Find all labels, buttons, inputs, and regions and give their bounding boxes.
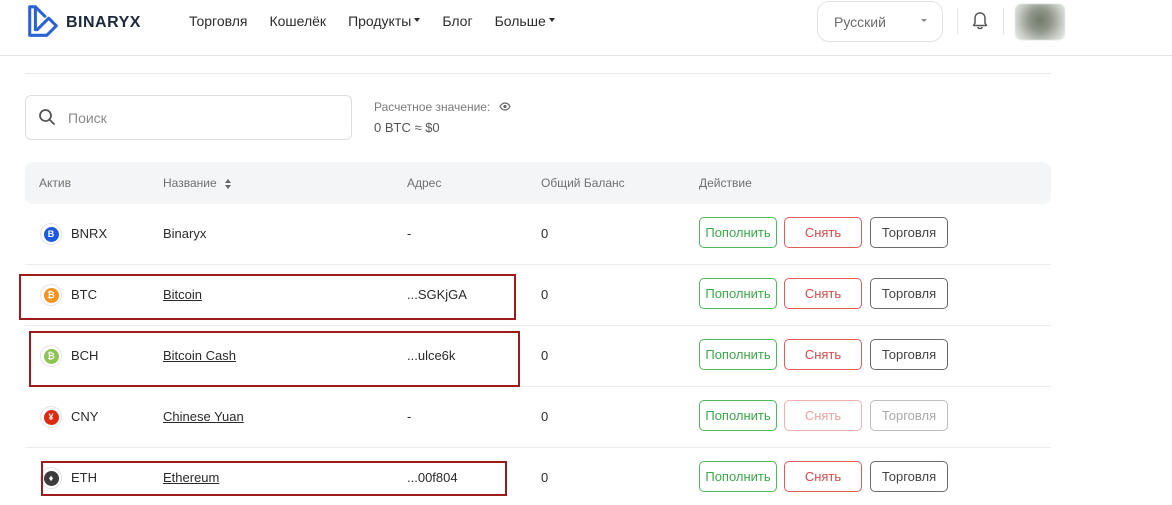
asset-address: ...ulce6k [407, 348, 456, 363]
asset-name-link[interactable]: Bitcoin Cash [163, 348, 236, 363]
cny-coin-icon: ¥ [40, 406, 62, 428]
estimated-value: Расчетное значение: 0 BTC ≈ $0 [374, 100, 511, 135]
table-row: ♦ ETH Ethereum ...00f804 0 Пополнить Снять Торг… [25, 448, 1051, 505]
caret-down-icon [921, 19, 927, 22]
col-balance: Общий Баланс [541, 176, 625, 190]
col-name-label: Название [163, 176, 217, 190]
nav-blog[interactable]: Блог [442, 13, 472, 29]
deposit-button[interactable]: Пополнить [699, 400, 777, 431]
binaryx-logo-icon [28, 5, 58, 37]
trade-button[interactable]: Торговля [870, 217, 948, 248]
caret-down-icon [548, 18, 555, 22]
trade-button[interactable]: Торговля [870, 278, 948, 309]
coin-glyph: B [43, 226, 59, 242]
withdraw-button[interactable]: Снять [784, 278, 862, 309]
logo[interactable]: BINARYX [24, 3, 141, 41]
bch-coin-icon: ₿ [40, 345, 62, 367]
asset-symbol: BTC [71, 287, 97, 302]
asset-symbol: BNRX [71, 226, 108, 241]
asset-symbol: ETH [71, 470, 97, 485]
withdraw-button[interactable]: Снять [784, 217, 862, 248]
asset-balance: 0 [541, 287, 549, 302]
trade-button[interactable]: Торговля [870, 400, 948, 431]
withdraw-button[interactable]: Снять [784, 400, 862, 431]
table-header: Актив Название Адрес Общий Баланс Действ… [25, 162, 1051, 204]
btc-coin-icon: ₿ [40, 284, 62, 306]
search-input[interactable] [68, 107, 338, 129]
nav-products[interactable]: Продукты [348, 13, 421, 29]
brand-name: BINARYX [66, 14, 141, 31]
trade-button[interactable]: Торговля [870, 461, 948, 492]
divider [1003, 8, 1004, 34]
withdraw-button[interactable]: Снять [784, 461, 862, 492]
nav-products-label: Продукты [348, 13, 412, 29]
search-icon [39, 109, 55, 125]
coin-glyph: ♦ [43, 470, 59, 486]
deposit-button[interactable]: Пополнить [699, 217, 777, 248]
asset-symbol: CNY [71, 409, 99, 424]
nav-blog-label: Блог [442, 13, 473, 29]
bnrx-coin-icon: B [40, 223, 62, 245]
sort-icon[interactable] [224, 178, 231, 189]
deposit-button[interactable]: Пополнить [699, 278, 777, 309]
asset-name-link: Binaryx [163, 226, 207, 241]
table-row: ₿ BCH Bitcoin Cash ...ulce6k 0 Пополнить Снять… [25, 326, 1051, 387]
nav-more-label: Больше [494, 13, 546, 29]
asset-balance: 0 [541, 409, 549, 424]
divider [957, 8, 958, 34]
asset-symbol: BCH [71, 348, 99, 363]
main-nav: Торговля Кошелёк Продукты Блог Больше [189, 13, 577, 29]
table-row: ₿ BTC Bitcoin ...SGKjGA 0 Пополнить Снять Торго… [25, 265, 1051, 326]
bell-icon[interactable] [971, 11, 989, 31]
language-select[interactable]: Русский [817, 1, 943, 42]
col-asset: Актив [39, 176, 71, 190]
table-row: ¥ CNY Chinese Yuan - 0 Пополнить Снять Торговля [25, 387, 1051, 448]
nav-more[interactable]: Больше [495, 13, 555, 29]
eth-coin-icon: ♦ [40, 467, 62, 489]
asset-balance: 0 [541, 226, 549, 241]
caret-down-icon [414, 18, 421, 22]
withdraw-button[interactable]: Снять [784, 339, 862, 370]
coin-glyph: ₿ [43, 348, 59, 364]
deposit-button[interactable]: Пополнить [699, 461, 777, 492]
table-row: B BNRX Binaryx - 0 Пополнить Снять Торговля [25, 204, 1051, 265]
asset-balance: 0 [541, 348, 549, 363]
asset-address: ...00f804 [407, 470, 458, 485]
estimated-value-amount: 0 BTC ≈ $0 [374, 120, 440, 135]
eye-icon[interactable] [499, 101, 511, 111]
nav-wallet[interactable]: Кошелёк [269, 13, 326, 29]
nav-trading[interactable]: Торговля [189, 13, 247, 29]
search-box [25, 95, 352, 140]
asset-name-link[interactable]: Bitcoin [163, 287, 202, 302]
deposit-button[interactable]: Пополнить [699, 339, 777, 370]
user-avatar[interactable] [1015, 4, 1065, 40]
asset-address: - [407, 226, 412, 241]
col-action: Действие [699, 176, 752, 190]
trade-button[interactable]: Торговля [870, 339, 948, 370]
col-address: Адрес [407, 176, 442, 190]
asset-address: - [407, 409, 412, 424]
asset-name-link[interactable]: Chinese Yuan [163, 409, 244, 424]
top-header: BINARYX Торговля Кошелёк Продукты Блог Б… [0, 0, 1172, 56]
coin-glyph: ₿ [43, 287, 59, 303]
nav-wallet-label: Кошелёк [269, 13, 327, 29]
language-value: Русский [834, 13, 886, 30]
asset-name-link[interactable]: Ethereum [163, 470, 219, 485]
asset-balance: 0 [541, 470, 549, 485]
divider [25, 73, 1051, 74]
coin-glyph: ¥ [43, 409, 59, 425]
col-name[interactable]: Название [163, 176, 231, 190]
nav-trading-label: Торговля [189, 13, 248, 29]
asset-address: ...SGKjGA [407, 287, 467, 302]
estimated-value-label: Расчетное значение: [374, 100, 491, 114]
